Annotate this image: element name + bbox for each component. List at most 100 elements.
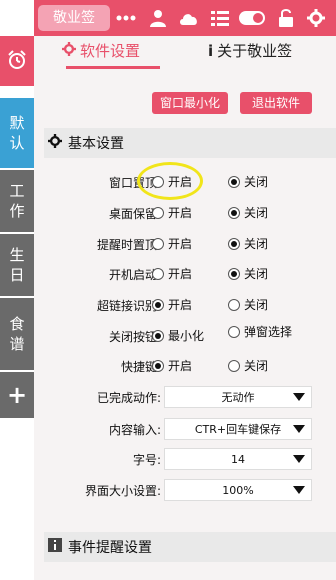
sidebar-tab-label: 食 bbox=[9, 315, 25, 333]
section-title: 基本设置 bbox=[68, 136, 124, 152]
radio-close-minimize[interactable]: 最小化 bbox=[152, 327, 204, 344]
left-sidebar-top bbox=[0, 0, 34, 36]
sidebar-tab-recipe[interactable]: 食 谱 bbox=[0, 298, 34, 370]
gear-icon bbox=[62, 41, 76, 60]
setting-row-shortcut: 快捷键: 开启 关闭 bbox=[44, 352, 336, 380]
radio-label: 开启 bbox=[168, 298, 193, 312]
list-icon[interactable] bbox=[208, 6, 232, 30]
unlock-icon[interactable] bbox=[274, 6, 298, 30]
left-sidebar: 默 认 工 作 生 日 食 谱 + bbox=[0, 0, 34, 580]
radio-dot bbox=[152, 237, 164, 250]
user-icon[interactable] bbox=[146, 6, 170, 30]
sidebar-tab-label: 工 bbox=[9, 182, 25, 200]
tab-software-settings[interactable]: 软件设置 bbox=[62, 40, 140, 61]
highlight-circle bbox=[137, 162, 203, 200]
setting-label: 已完成动作: bbox=[96, 391, 161, 405]
section-event-reminder[interactable]: 事件提醒设置 bbox=[44, 532, 336, 562]
alarm-button[interactable] bbox=[0, 36, 34, 86]
radio-dot bbox=[228, 325, 240, 338]
radio-autostart-off[interactable]: 关闭 bbox=[228, 265, 268, 282]
info-icon bbox=[48, 538, 62, 556]
radio-reminder-top-on[interactable]: 开启 bbox=[152, 235, 192, 252]
radio-desktop-keep-off[interactable]: 关闭 bbox=[228, 204, 268, 221]
radio-dot bbox=[228, 175, 240, 188]
radio-hyperlink-off[interactable]: 关闭 bbox=[228, 296, 268, 313]
brand-label: 敬业签 bbox=[38, 5, 110, 31]
sidebar-tab-label: 谱 bbox=[9, 335, 25, 353]
setting-row-ui-size: 界面大小设置: 100% bbox=[44, 476, 336, 504]
sidebar-tab-label: 作 bbox=[9, 202, 25, 220]
sidebar-tab-label: 生 bbox=[9, 246, 25, 264]
setting-row-reminder-top: 提醒时置顶: 开启 关闭 bbox=[44, 230, 336, 258]
sidebar-tab-work[interactable]: 工 作 bbox=[0, 170, 34, 232]
info-icon: i bbox=[208, 41, 214, 60]
ui-size-select[interactable]: 100% bbox=[164, 479, 312, 501]
exit-software-button[interactable]: 退出软件 bbox=[240, 92, 312, 114]
more-icon[interactable] bbox=[114, 6, 138, 30]
radio-close-popup[interactable]: 弹窗选择 bbox=[228, 323, 292, 340]
sidebar-tab-label: 认 bbox=[9, 134, 25, 152]
section-basic-settings: 基本设置 bbox=[44, 128, 336, 158]
tab-label: 软件设置 bbox=[80, 42, 141, 60]
toggle-icon[interactable] bbox=[238, 6, 266, 30]
caret-down-icon bbox=[293, 455, 305, 463]
completed-action-select[interactable]: 无动作 bbox=[164, 386, 312, 408]
radio-label: 关闭 bbox=[244, 267, 269, 281]
top-bar: 敬业签 bbox=[34, 0, 336, 36]
radio-reminder-top-off[interactable]: 关闭 bbox=[228, 235, 268, 252]
radio-shortcut-off[interactable]: 关闭 bbox=[228, 357, 268, 374]
minimize-window-button[interactable]: 窗口最小化 bbox=[152, 92, 228, 114]
radio-label: 开启 bbox=[168, 206, 193, 220]
alarm-icon bbox=[6, 49, 28, 74]
tab-label: 关于敬业签 bbox=[217, 42, 293, 60]
cloud-icon[interactable] bbox=[177, 6, 201, 30]
radio-dot bbox=[228, 267, 240, 280]
radio-label: 关闭 bbox=[244, 237, 269, 251]
caret-down-icon bbox=[293, 486, 305, 494]
select-value: 100% bbox=[222, 483, 254, 497]
caret-down-icon bbox=[293, 425, 305, 433]
radio-dot bbox=[152, 359, 164, 372]
select-value: 无动作 bbox=[221, 391, 255, 404]
radio-label: 关闭 bbox=[244, 298, 269, 312]
sidebar-tab-birthday[interactable]: 生 日 bbox=[0, 234, 34, 296]
radio-dot bbox=[228, 298, 240, 311]
radio-label: 关闭 bbox=[244, 359, 269, 373]
gear-icon bbox=[48, 134, 62, 152]
settings-tabs: 软件设置 i 关于敬业签 bbox=[34, 36, 336, 74]
sidebar-tab-label: 日 bbox=[9, 266, 25, 284]
radio-label: 最小化 bbox=[168, 329, 205, 343]
sidebar-tab-label: 默 bbox=[9, 114, 25, 132]
sidebar-tab-default[interactable]: 默 认 bbox=[0, 98, 34, 168]
radio-desktop-keep-on[interactable]: 开启 bbox=[152, 204, 192, 221]
setting-row-autostart: 开机启动: 开启 关闭 bbox=[44, 260, 336, 288]
caret-down-icon bbox=[293, 393, 305, 401]
plus-icon: + bbox=[6, 381, 28, 409]
radio-hyperlink-on[interactable]: 开启 bbox=[152, 296, 192, 313]
radio-label: 开启 bbox=[168, 359, 193, 373]
setting-row-desktop-keep: 桌面保留: 开启 关闭 bbox=[44, 199, 336, 227]
add-tab-button[interactable]: + bbox=[0, 372, 34, 418]
section-title: 事件提醒设置 bbox=[68, 540, 152, 556]
active-tab-underline bbox=[66, 66, 160, 69]
radio-label: 弹窗选择 bbox=[244, 325, 293, 339]
content-input-select[interactable]: CTR+回车键保存 bbox=[164, 418, 312, 440]
setting-row-close-button: 关闭按钮: 最小化 弹窗选择 bbox=[44, 322, 336, 350]
radio-shortcut-on[interactable]: 开启 bbox=[152, 357, 192, 374]
radio-autostart-on[interactable]: 开启 bbox=[152, 265, 192, 282]
select-value: 14 bbox=[231, 452, 245, 466]
settings-panel: 软件设置 i 关于敬业签 窗口最小化 退出软件 基本设置 窗口置顶: 开启 关闭… bbox=[34, 36, 336, 580]
radio-label: 关闭 bbox=[244, 206, 269, 220]
setting-row-hyperlink: 超链接识别: 开启 关闭 bbox=[44, 291, 336, 319]
radio-label: 开启 bbox=[168, 267, 193, 281]
setting-row-font-size: 字号: 14 bbox=[44, 445, 336, 473]
radio-window-top-off[interactable]: 关闭 bbox=[228, 173, 268, 190]
radio-dot bbox=[152, 206, 164, 219]
settings-icon[interactable] bbox=[304, 6, 328, 30]
setting-label: 界面大小设置: bbox=[84, 484, 161, 498]
setting-label: 字号: bbox=[132, 453, 161, 467]
tab-about[interactable]: i 关于敬业签 bbox=[208, 40, 292, 61]
radio-dot bbox=[228, 206, 240, 219]
font-size-select[interactable]: 14 bbox=[164, 448, 312, 470]
radio-dot bbox=[228, 359, 240, 372]
